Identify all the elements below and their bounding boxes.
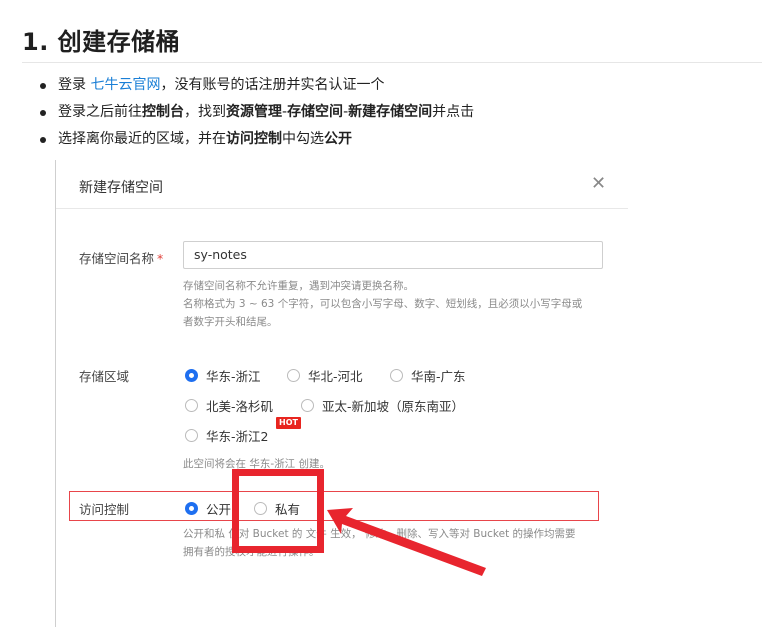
step-bold: 资源管理	[226, 104, 282, 120]
step-bold: 访问控制	[226, 131, 282, 147]
access-radio-public[interactable]: 公开	[185, 499, 231, 518]
access-control-label: 访问控制	[79, 502, 130, 517]
step-text: ，找到	[184, 104, 226, 120]
step-bold: 控制台	[142, 104, 184, 120]
step-bold: 新建存储空间	[348, 104, 433, 120]
list-item: 登录之后前往控制台，找到资源管理-存储空间-新建存储空间并点击	[40, 99, 474, 126]
region-radio-beimei-luoshanji[interactable]: 北美-洛杉矶	[185, 396, 273, 415]
step-bold: 存储空间	[287, 104, 344, 120]
radio-label: 华北-河北	[308, 369, 363, 384]
close-icon[interactable]: ✕	[591, 174, 606, 194]
step-text: 中勾选	[282, 131, 324, 147]
radio-label: 北美-洛杉矶	[206, 399, 274, 414]
list-item: 登录 七牛云官网，没有账号的话注册并实名认证一个	[40, 72, 474, 99]
bucket-name-label: 存储空间名称 *	[79, 248, 163, 267]
step-text: 选择离你最近的区域，并在	[58, 131, 226, 147]
list-item: 选择离你最近的区域，并在访问控制中勾选公开	[40, 126, 474, 153]
step-bold: 公开	[324, 131, 352, 147]
step-text: 并点击	[432, 104, 475, 120]
bucket-name-input[interactable]: sy-notes	[183, 241, 603, 269]
red-arrow-icon	[327, 508, 486, 576]
radio-checked-icon	[185, 502, 198, 515]
region-radio-huadong-zhejiang2[interactable]: 华东-浙江2	[185, 426, 268, 445]
region-label: 存储区域	[79, 369, 130, 384]
step-text: ，没有账号的话注册并实名认证一个	[160, 77, 385, 93]
step-text: 登录	[58, 77, 91, 93]
heading-divider	[22, 62, 762, 63]
region-radio-huabei-hebei[interactable]: 华北-河北	[287, 366, 363, 385]
radio-label: 华东-浙江	[206, 369, 261, 384]
step-list: 登录 七牛云官网，没有账号的话注册并实名认证一个 登录之后前往控制台，找到资源管…	[40, 72, 474, 153]
dialog-screenshot: 新建存储空间 ✕ 存储空间名称 * sy-notes 存储空间名称不允许重复，遇到…	[0, 160, 784, 627]
qiniu-site-link[interactable]: 七牛云官网	[90, 77, 160, 93]
step-text: 登录之后前往	[58, 104, 142, 120]
region-radio-huanan-guangdong[interactable]: 华南-广东	[390, 366, 466, 385]
radio-label: 华南-广东	[411, 369, 466, 384]
bucket-name-label-text: 存储空间名称	[79, 251, 155, 266]
radio-icon	[287, 369, 300, 382]
radio-checked-icon	[185, 369, 198, 382]
section-heading: 1. 创建存储桶	[22, 28, 181, 56]
radio-icon	[301, 399, 314, 412]
hot-badge: HOT	[276, 417, 301, 429]
name-hint: 者数字开头和结尾。	[183, 316, 278, 328]
radio-label: 华东-浙江2	[206, 429, 269, 444]
radio-icon	[185, 399, 198, 412]
region-radio-huadong-zhejiang[interactable]: 华东-浙江	[185, 366, 261, 385]
dialog-divider	[56, 208, 628, 209]
screenshot-border	[55, 160, 56, 627]
name-hint: 存储空间名称不允许重复，遇到冲突请更换名称。	[183, 280, 414, 292]
required-mark: *	[157, 251, 164, 266]
radio-icon	[185, 429, 198, 442]
radio-label: 公开	[206, 502, 232, 517]
radio-icon	[390, 369, 403, 382]
dialog-title: 新建存储空间	[79, 180, 163, 196]
radio-label: 亚太-新加坡（原东南亚）	[322, 399, 465, 414]
region-radio-yatai-xinjiapo[interactable]: 亚太-新加坡（原东南亚）	[301, 396, 464, 415]
red-highlight-box	[232, 469, 324, 553]
name-hint: 名称格式为 3 ~ 63 个字符，可以包含小写字母、数字、短划线，且必须以小写字…	[183, 298, 583, 310]
